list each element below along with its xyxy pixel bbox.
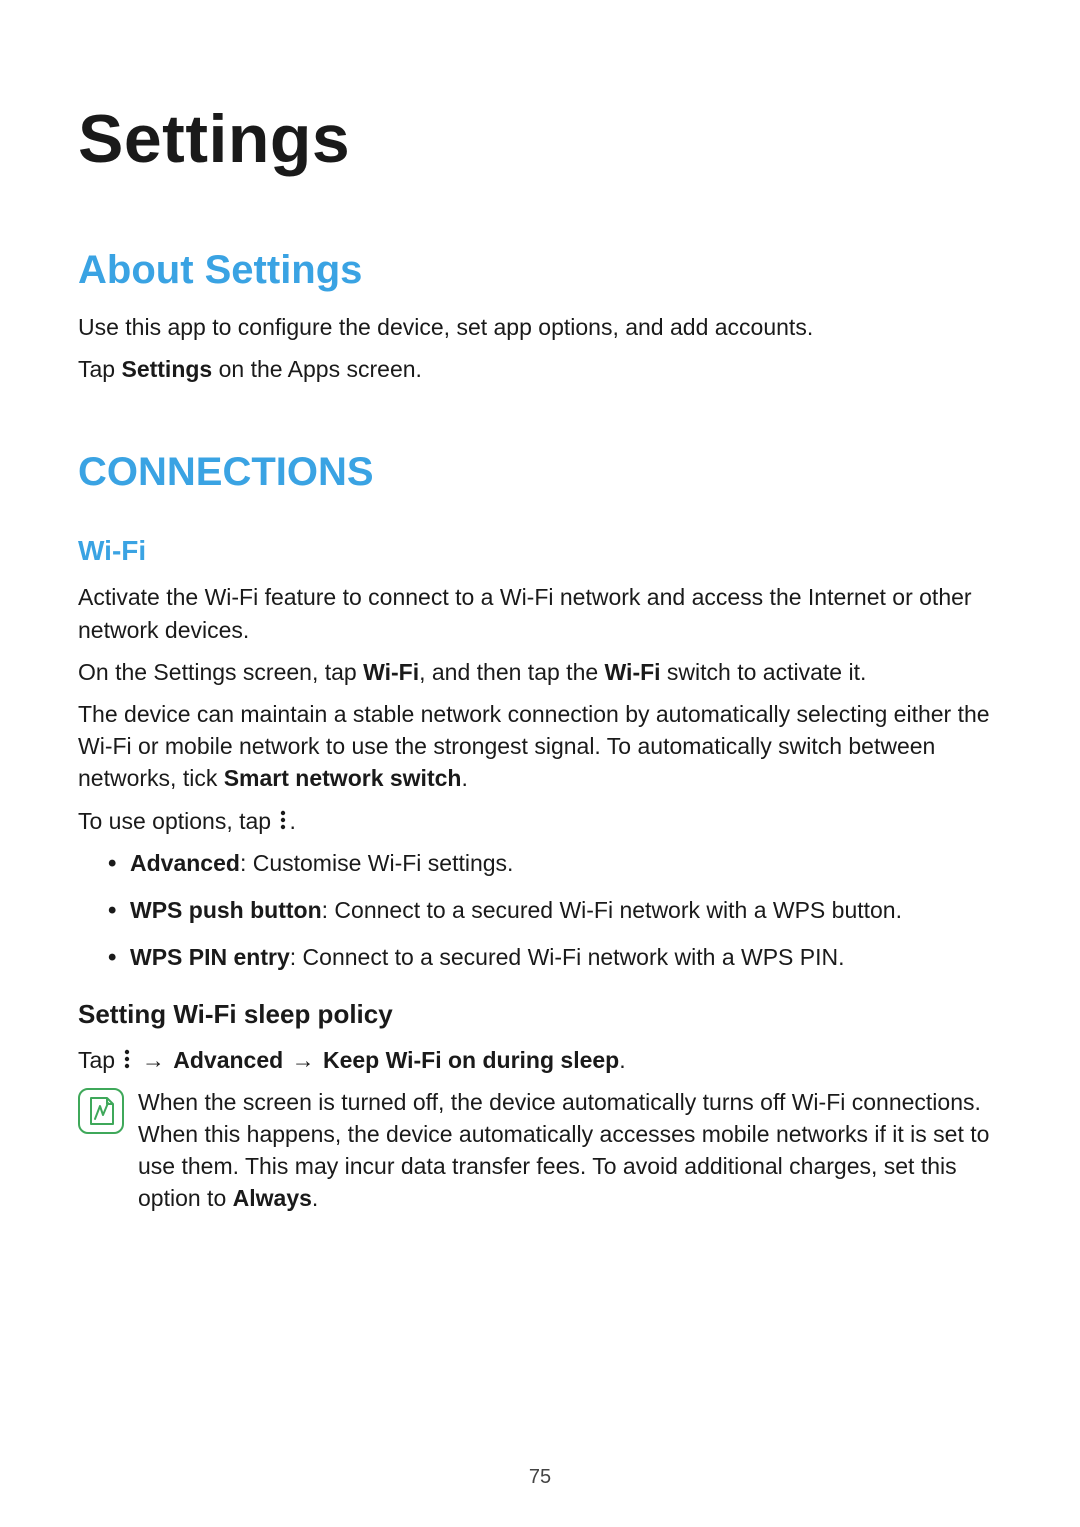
spacer: [78, 513, 1002, 535]
list-item: WPS push button: Connect to a secured Wi…: [108, 894, 1002, 927]
text: Tap: [78, 356, 121, 382]
option-text: : Customise Wi-Fi settings.: [240, 850, 514, 876]
always-bold: Always: [233, 1185, 312, 1211]
connections-heading: CONNECTIONS: [78, 450, 1002, 495]
page-title: Settings: [78, 100, 1002, 178]
text: Tap: [78, 1047, 121, 1073]
text: .: [619, 1047, 625, 1073]
list-item: WPS PIN entry: Connect to a secured Wi-F…: [108, 941, 1002, 974]
arrow-right-icon: →: [290, 1044, 317, 1076]
text: On the Settings screen, tap: [78, 659, 363, 685]
wifi-desc-3: The device can maintain a stable network…: [78, 698, 1002, 795]
option-bold: WPS push button: [130, 897, 322, 923]
about-settings-heading: About Settings: [78, 248, 1002, 293]
text: The device can maintain a stable network…: [78, 701, 990, 791]
smart-network-switch-bold: Smart network switch: [224, 765, 462, 791]
wifi-heading: Wi-Fi: [78, 535, 1002, 567]
option-bold: Advanced: [130, 850, 240, 876]
wifi-sleep-policy-heading: Setting Wi-Fi sleep policy: [78, 999, 1002, 1030]
page-number: 75: [0, 1466, 1080, 1489]
list-item: Advanced: Customise Wi-Fi settings.: [108, 847, 1002, 880]
about-settings-desc: Use this app to configure the device, se…: [78, 311, 1002, 343]
text: .: [461, 765, 467, 791]
wifi-bold-1: Wi-Fi: [363, 659, 419, 685]
note-callout: When the screen is turned off, the devic…: [78, 1086, 1002, 1215]
option-bold: WPS PIN entry: [130, 944, 290, 970]
text: , and then tap the: [419, 659, 604, 685]
more-options-icon: [121, 1048, 133, 1070]
text: switch to activate it.: [661, 659, 867, 685]
wifi-desc-1: Activate the Wi-Fi feature to connect to…: [78, 581, 1002, 645]
nav-bold-advanced: Advanced: [173, 1047, 283, 1073]
about-settings-tap: Tap Settings on the Apps screen.: [78, 353, 1002, 385]
wifi-options-list: Advanced: Customise Wi-Fi settings. WPS …: [78, 847, 1002, 975]
option-text: : Connect to a secured Wi-Fi network wit…: [290, 944, 845, 970]
settings-bold: Settings: [121, 356, 212, 382]
note-text: When the screen is turned off, the devic…: [138, 1086, 1002, 1215]
wifi-bold-2: Wi-Fi: [605, 659, 661, 685]
note-icon: [78, 1088, 124, 1134]
spacer: [78, 395, 1002, 450]
text: .: [312, 1185, 318, 1211]
wifi-options-tap: To use options, tap .: [78, 805, 1002, 837]
text: To use options, tap: [78, 808, 277, 834]
document-page: Settings About Settings Use this app to …: [0, 0, 1080, 1527]
text: .: [289, 808, 295, 834]
wifi-desc-2: On the Settings screen, tap Wi-Fi, and t…: [78, 656, 1002, 688]
arrow-right-icon: →: [140, 1044, 167, 1076]
nav-bold-keep-wifi: Keep Wi-Fi on during sleep: [323, 1047, 619, 1073]
more-options-icon: [277, 809, 289, 831]
wifi-sleep-nav: Tap → Advanced → Keep Wi-Fi on during sl…: [78, 1044, 1002, 1076]
text: on the Apps screen.: [212, 356, 422, 382]
option-text: : Connect to a secured Wi-Fi network wit…: [322, 897, 902, 923]
